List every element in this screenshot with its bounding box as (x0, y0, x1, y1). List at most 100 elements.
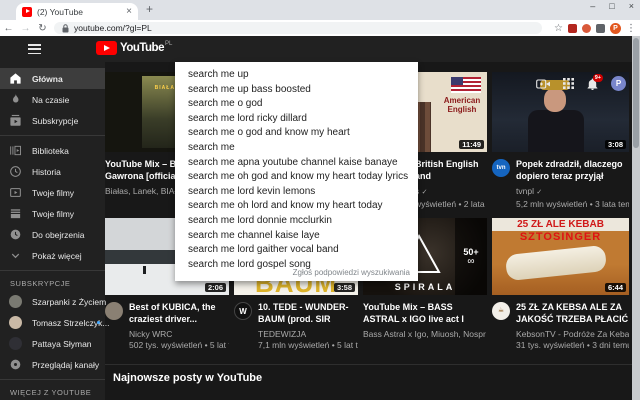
search-suggestion[interactable]: search me oh god and know my heart today… (175, 170, 418, 185)
apps-grid-icon[interactable] (563, 78, 574, 89)
window-minimize-button[interactable]: – (590, 1, 595, 11)
sidebar-item-your-movies[interactable]: Twoje filmy (0, 203, 105, 224)
search-suggestions-dropdown: search me up search me up bass boosted s… (175, 62, 418, 281)
browser-menu-icon[interactable]: ⋮ (626, 23, 636, 34)
channel-avatar[interactable] (105, 302, 123, 320)
url-text: youtube.com/?gl=PL (74, 23, 152, 33)
channel-avatar (9, 295, 22, 308)
extension-icon-1[interactable] (568, 23, 577, 33)
channel-avatar (9, 337, 22, 350)
duration-badge: 11:49 (459, 140, 484, 149)
sidebar-item-history[interactable]: Historia (0, 161, 105, 182)
video-card[interactable]: 25 ZŁ ALE KEBAB SZTOSINGER 6:44 ☕ 25 ZŁ … (492, 218, 629, 350)
divider (0, 379, 105, 380)
window-close-button[interactable]: × (629, 1, 634, 11)
sidebar-subscription-channel[interactable]: Tomasz Strzelczyk... (0, 312, 109, 333)
channel-name[interactable]: s ✓ (415, 186, 487, 198)
new-tab-button[interactable]: + (146, 2, 153, 16)
subscriptions-header: SUBSKRYPCJE (10, 279, 71, 288)
channel-name[interactable]: tvnpl ✓ (516, 186, 629, 198)
window-maximize-button[interactable]: □ (609, 1, 614, 11)
channel-avatar[interactable]: tvn (492, 159, 510, 177)
video-thumbnail[interactable]: 25 ZŁ ALE KEBAB SZTOSINGER 6:44 (492, 218, 629, 295)
report-suggestions-link[interactable]: Zgłoś podpowiedzi wyszukiwania (293, 268, 410, 277)
verified-icon: ✓ (421, 189, 428, 196)
duration-badge: 2:06 (204, 283, 226, 292)
notification-badge: 9+ (592, 73, 603, 82)
video-title[interactable]: 10. TEDE - WUNDER-BAUM (prod. SIR MICH) … (258, 302, 358, 325)
sidebar-item-watch-later[interactable]: Do obejrzenia (0, 224, 105, 245)
duration-badge: 6:44 (604, 283, 626, 292)
youtube-logo[interactable]: YouTube PL (96, 41, 172, 55)
stack-icon (10, 209, 21, 219)
library-icon (10, 145, 21, 156)
search-suggestion[interactable]: search me lord gaither vocal band (175, 243, 418, 258)
sidebar-subscription-channel[interactable]: Pattaya Słyman (0, 333, 105, 354)
extension-icon-2[interactable] (582, 23, 591, 33)
hamburger-menu-icon[interactable] (28, 44, 41, 54)
sidebar-item-subscriptions[interactable]: Subskrypcje (0, 110, 105, 131)
video-title[interactable]: YouTube Mix – BASS ASTRAL x IGO live act… (363, 302, 487, 325)
sidebar-item-show-more[interactable]: Pokaż więcej (0, 245, 105, 266)
video-meta: wyświetleń • 2 lata temu (415, 199, 487, 209)
browser-profile-avatar[interactable]: P (610, 22, 621, 34)
search-suggestion[interactable]: search me lord donnie mcclurkin (175, 214, 418, 229)
sidebar-item-library[interactable]: Biblioteka (0, 140, 105, 161)
search-suggestion[interactable]: search me lord kevin lemons (175, 185, 418, 200)
channel-name[interactable]: Nicky WRC (129, 329, 229, 339)
video-title[interactable]: British English andEnglish Different? (415, 159, 487, 182)
channel-avatar[interactable]: ☕ (492, 302, 510, 320)
scrollbar-thumb[interactable] (633, 38, 639, 148)
thumbnail-text: SZTOSINGER (519, 231, 602, 243)
video-meta: 7,1 mln wyświetleń • 5 lat temu (258, 340, 358, 350)
video-meta: 502 tys. wyświetleń • 5 lat temu (129, 340, 229, 350)
search-suggestion[interactable]: search me lord ricky dillard (175, 112, 418, 127)
youtube-logo-country: PL (164, 41, 173, 47)
history-icon (10, 166, 21, 177)
video-card[interactable]: 3:08 tvn Popek zdradził, dlaczego dopier… (492, 72, 629, 209)
sidebar-item-trending[interactable]: Na czasie (0, 89, 105, 110)
divider (0, 135, 105, 136)
search-suggestion[interactable]: search me apna youtube channel kaise ban… (175, 156, 418, 171)
video-meta: 31 tys. wyświetleń • 3 dni temu (516, 340, 629, 350)
thumbnail-text: 25 ZŁ ALE KEBAB (517, 219, 604, 230)
video-title[interactable]: Best of KUBICA, the craziest driver... (129, 302, 229, 325)
address-bar[interactable]: youtube.com/?gl=PL (54, 22, 542, 34)
sidebar-item-your-videos[interactable]: Twoje filmy (0, 182, 105, 203)
search-suggestion[interactable]: search me o god (175, 97, 418, 112)
search-suggestion[interactable]: search me (175, 141, 418, 156)
playlist-count: 50+ (463, 246, 479, 257)
back-button[interactable]: ← (0, 23, 17, 34)
channel-name[interactable]: KebsonTV - Podróże Za Kebabem (516, 329, 629, 339)
section-title: Najnowsze posty w YouTube (113, 372, 263, 384)
youtube-logo-text: YouTube (120, 42, 164, 54)
sidebar-item-home[interactable]: Główna (0, 68, 105, 89)
browser-tab[interactable]: (2) YouTube × (16, 3, 138, 20)
page-scrollbar[interactable] (632, 36, 640, 400)
padlock-icon (62, 23, 69, 32)
tab-close-icon[interactable]: × (126, 6, 132, 17)
video-meta: 5,2 mln wyświetleń • 3 lata temu (516, 199, 629, 209)
forward-button[interactable]: → (17, 23, 34, 34)
us-flag-art (451, 77, 481, 93)
play-box-icon (10, 188, 21, 197)
create-video-icon[interactable] (536, 78, 551, 90)
channel-name[interactable]: Bass Astral x Igo, Miuosh, Nospr i inni (363, 329, 487, 339)
search-suggestion[interactable]: search me oh lord and know my heart toda… (175, 199, 418, 214)
channel-avatar[interactable]: W (234, 302, 252, 320)
channel-name[interactable]: TEDEWIZJA (258, 329, 358, 339)
sidebar-item-browse-channels[interactable]: Przeglądaj kanały (0, 354, 105, 375)
video-title[interactable]: Popek zdradził, dlaczego dopiero teraz p… (516, 159, 629, 182)
search-suggestion[interactable]: search me o god and know my heart (175, 126, 418, 141)
bookmark-star-icon[interactable]: ☆ (554, 23, 563, 34)
search-suggestion[interactable]: search me up (175, 68, 418, 83)
video-title[interactable]: 25 ZŁ ZA KEBSA ALE ZA JAKOŚĆ TRZEBA PŁAC… (516, 302, 629, 325)
youtube-favicon (22, 6, 32, 17)
reload-button[interactable]: ↻ (34, 23, 51, 34)
search-suggestion[interactable]: search me channel kaise laye (175, 229, 418, 244)
search-suggestion[interactable]: search me up bass boosted (175, 83, 418, 98)
divider (0, 270, 105, 271)
extension-icon-3[interactable] (596, 23, 605, 33)
sidebar-subscription-channel[interactable]: Szarpanki z Życiem (0, 291, 106, 312)
youtube-account-avatar[interactable]: P (611, 76, 626, 91)
